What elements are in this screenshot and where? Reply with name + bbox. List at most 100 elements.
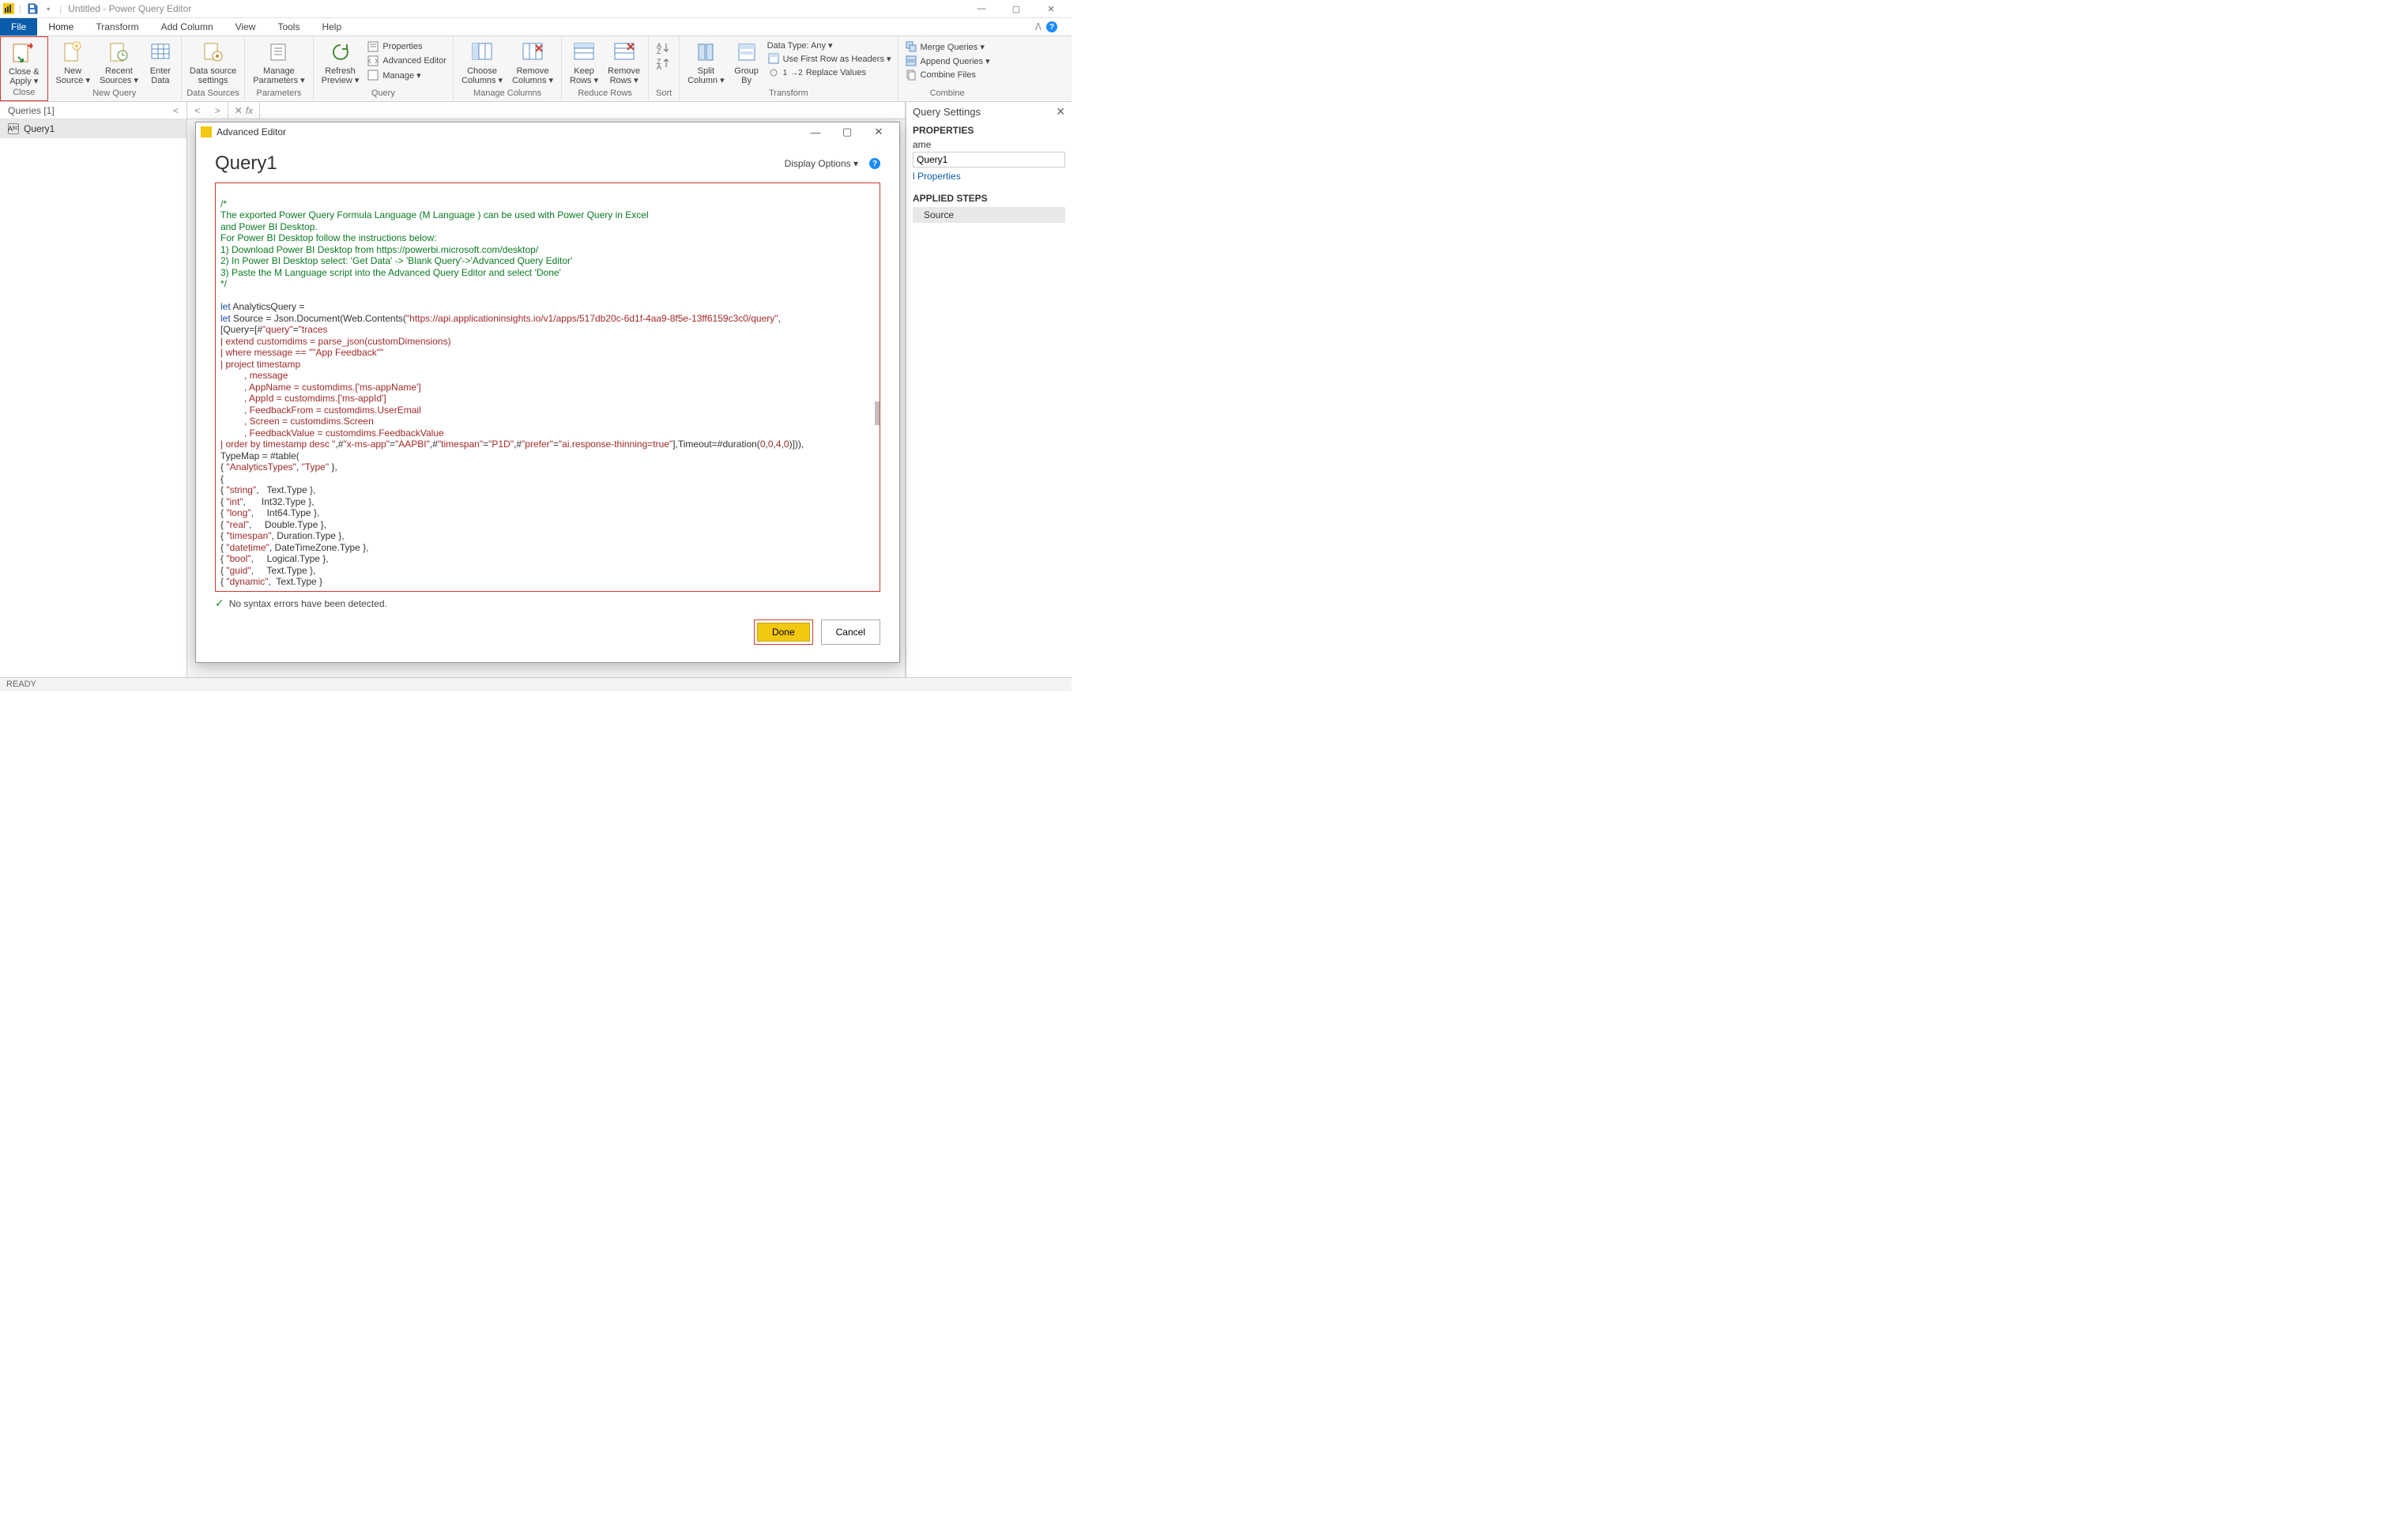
sort-asc-button[interactable]: AZ <box>657 41 671 54</box>
svg-text:A: A <box>657 63 661 70</box>
group-label-parameters: Parameters <box>245 88 312 101</box>
formula-input[interactable] <box>260 102 905 119</box>
query-name-input[interactable] <box>913 152 1065 168</box>
dialog-title: Advanced Editor <box>217 126 800 137</box>
refresh-preview-button[interactable]: RefreshPreview ▾ <box>317 38 364 87</box>
dialog-help-icon[interactable]: ? <box>869 158 880 169</box>
formula-bar: < > ✕fx <box>187 102 905 119</box>
remove-rows-button[interactable]: RemoveRows ▾ <box>603 38 645 87</box>
parameters-icon <box>266 40 292 65</box>
fx-icon: fx <box>246 105 253 116</box>
close-button[interactable]: ✕ <box>1034 0 1068 18</box>
new-source-button[interactable]: ✷ NewSource ▾ <box>51 38 95 87</box>
query-settings-pane: Query Settings ✕ PROPERTIES ame l Proper… <box>906 102 1072 677</box>
applied-steps-heading: APPLIED STEPS <box>913 193 1065 204</box>
data-type-button[interactable]: Data Type: Any ▾ <box>764 40 895 51</box>
settings-title: Query Settings <box>913 106 981 118</box>
cancel-icon: ✕ <box>235 105 243 116</box>
tab-transform[interactable]: Transform <box>85 18 149 36</box>
cancel-button[interactable]: Cancel <box>821 619 880 645</box>
close-apply-label2: Apply ▾ <box>9 77 38 86</box>
ribbon-group-close: Close & Apply ▾ Close <box>0 36 48 101</box>
combine-files-button[interactable]: Combine Files <box>902 68 993 82</box>
formula-nav: < > <box>187 102 228 119</box>
refresh-icon <box>328 40 353 65</box>
maximize-button[interactable]: ▢ <box>999 0 1034 18</box>
query-item[interactable]: ABC Query1 <box>0 119 186 138</box>
syntax-status: ✓ No syntax errors have been detected. <box>215 592 880 615</box>
merge-icon <box>905 40 917 53</box>
close-apply-button[interactable]: Close & Apply ▾ <box>4 39 44 88</box>
dialog-minimize-button[interactable]: — <box>800 126 831 138</box>
choose-columns-button[interactable]: ChooseColumns ▾ <box>457 38 507 87</box>
ribbon-group-transform: SplitColumn ▾ GroupBy Data Type: Any ▾ U… <box>680 36 898 101</box>
ribbon-tabs: File Home Transform Add Column View Tool… <box>0 18 1072 36</box>
group-label-close: Close <box>1 88 47 100</box>
dialog-close-button[interactable]: ✕ <box>863 126 895 138</box>
all-properties-link[interactable]: l Properties <box>913 171 961 182</box>
advanced-editor-dialog: Advanced Editor — ▢ ✕ Query1 Display Opt… <box>195 122 900 663</box>
replace-icon <box>767 66 780 79</box>
group-by-icon <box>734 40 759 65</box>
svg-text:✷: ✷ <box>74 43 80 50</box>
keep-rows-button[interactable]: KeepRows ▾ <box>565 38 603 87</box>
display-options-button[interactable]: Display Options ▾ <box>785 158 858 169</box>
titlebar: | ▾ | Untitled - Power Query Editor — ▢ … <box>0 0 1072 18</box>
done-button[interactable]: Done <box>757 623 810 642</box>
append-queries-button[interactable]: Append Queries ▾ <box>902 54 993 68</box>
group-label-query: Query <box>314 88 453 101</box>
tab-file[interactable]: File <box>0 18 37 36</box>
name-label: ame <box>913 139 1065 150</box>
manage-parameters-button[interactable]: ManageParameters ▾ <box>248 38 309 87</box>
close-apply-icon <box>11 40 36 66</box>
table-icon <box>767 52 780 65</box>
queries-header: Queries [1] < <box>0 102 186 119</box>
chevron-right-icon[interactable]: > <box>215 105 220 116</box>
advanced-editor-button[interactable]: Advanced Editor <box>364 54 450 68</box>
dialog-heading: Query1 <box>215 152 277 175</box>
advanced-editor-icon <box>367 55 379 67</box>
replace-values-button[interactable]: 1→2 Replace Values <box>764 66 895 80</box>
choose-columns-icon <box>469 40 495 65</box>
manage-query-button[interactable]: Manage ▾ <box>364 68 450 82</box>
group-by-button[interactable]: GroupBy <box>729 38 764 87</box>
fx-button[interactable]: ✕fx <box>228 102 260 119</box>
tab-help[interactable]: Help <box>311 18 352 36</box>
save-icon[interactable] <box>26 2 39 15</box>
ribbon: Close & Apply ▾ Close ✷ NewSource ▾ Rece… <box>0 36 1072 102</box>
split-column-button[interactable]: SplitColumn ▾ <box>683 38 729 87</box>
code-editor[interactable]: /* The exported Power Query Formula Lang… <box>215 183 880 592</box>
app-logo-icon <box>3 3 14 14</box>
merge-queries-button[interactable]: Merge Queries ▾ <box>902 40 993 54</box>
scrollbar-thumb[interactable] <box>875 401 880 425</box>
dialog-titlebar: Advanced Editor — ▢ ✕ <box>196 122 899 141</box>
qat-dropdown-icon[interactable]: ▾ <box>42 2 55 15</box>
new-source-icon: ✷ <box>60 40 85 65</box>
tab-tools[interactable]: Tools <box>266 18 311 36</box>
remove-columns-button[interactable]: RemoveColumns ▾ <box>507 38 558 87</box>
enter-data-button[interactable]: EnterData <box>143 38 178 87</box>
applied-step-source[interactable]: Source <box>913 207 1065 223</box>
tab-home[interactable]: Home <box>37 18 85 36</box>
chevron-left-icon[interactable]: < <box>194 105 200 116</box>
dialog-maximize-button[interactable]: ▢ <box>831 126 863 138</box>
close-settings-button[interactable]: ✕ <box>1056 105 1065 119</box>
ribbon-group-parameters: ManageParameters ▾ Parameters <box>245 36 313 101</box>
data-source-settings-button[interactable]: Data sourcesettings <box>185 38 241 87</box>
recent-sources-button[interactable]: RecentSources ▾ <box>95 38 143 87</box>
keep-rows-icon <box>571 40 597 65</box>
chevron-left-icon[interactable]: < <box>173 105 179 116</box>
group-label-reduce-rows: Reduce Rows <box>562 88 648 101</box>
help-icon[interactable]: ? <box>1046 21 1057 32</box>
tab-add-column[interactable]: Add Column <box>150 18 224 36</box>
sort-desc-button[interactable]: ZA <box>657 57 671 70</box>
check-icon: ✓ <box>215 597 224 610</box>
properties-heading: PROPERTIES <box>913 125 1065 136</box>
properties-button[interactable]: Properties <box>364 40 450 54</box>
dialog-buttons: Done Cancel <box>215 615 880 656</box>
dialog-body: Query1 Display Options ▾ ? /* The export… <box>196 141 899 662</box>
ribbon-collapse[interactable]: ᐱ? <box>1035 18 1072 36</box>
minimize-button[interactable]: — <box>964 0 999 18</box>
first-row-headers-button[interactable]: Use First Row as Headers ▾ <box>764 51 895 66</box>
tab-view[interactable]: View <box>224 18 267 36</box>
